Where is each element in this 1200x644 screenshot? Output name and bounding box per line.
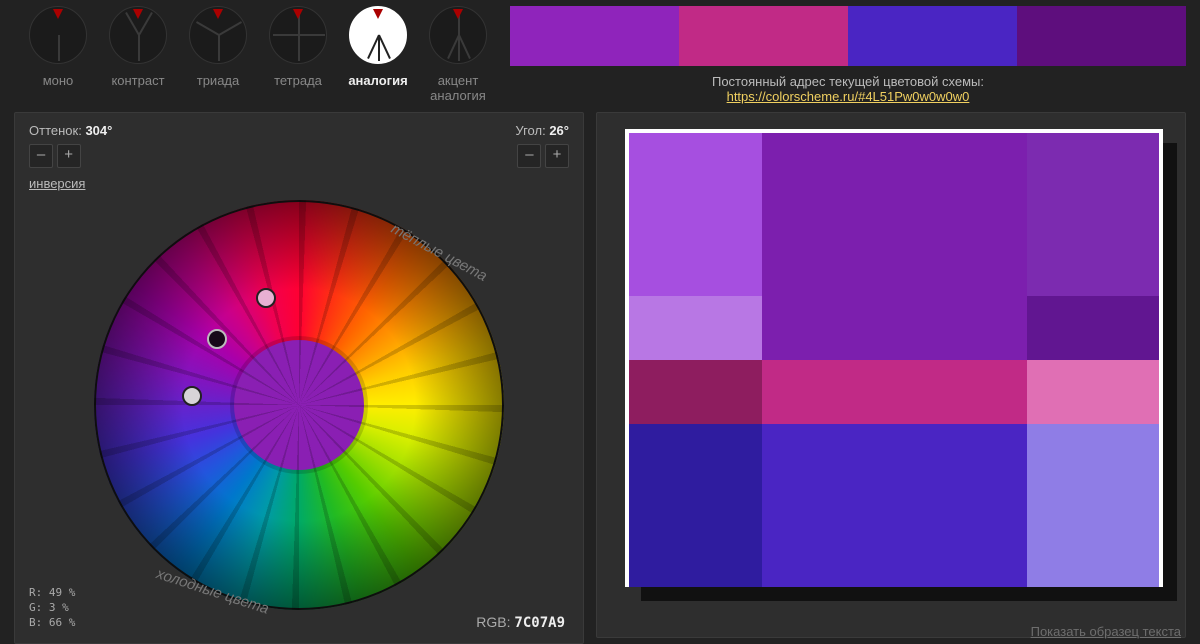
palette-swatch[interactable]: [629, 133, 762, 296]
scheme-tab-tetrad[interactable]: тетрада: [258, 6, 338, 104]
rgb-percent: R: 49 % G: 3 % B: 66 %: [29, 586, 75, 631]
preview-swatch[interactable]: [510, 6, 679, 66]
angle-minus-button[interactable]: –: [517, 144, 541, 168]
palette-swatch[interactable]: [762, 133, 1027, 296]
permalink-label: Постоянный адрес текущей цветовой схемы:: [510, 74, 1186, 89]
scheme-tab-accent[interactable]: акцентаналогия: [418, 6, 498, 104]
scheme-tab-label: тетрада: [274, 74, 322, 89]
hue-control: Оттенок: 304° – + инверсия: [29, 123, 112, 191]
permalink[interactable]: https://colorscheme.ru/#4L51Pw0w0w0w0: [727, 89, 970, 104]
scheme-tab-mono[interactable]: моно: [18, 6, 98, 104]
wheel-handle[interactable]: [256, 288, 276, 308]
palette-swatch[interactable]: [1027, 296, 1160, 360]
preview-swatch[interactable]: [679, 6, 848, 66]
color-wheel[interactable]: тёплые цвета холодные цвета: [94, 200, 504, 610]
palette-swatch[interactable]: [1027, 360, 1160, 424]
angle-label: Угол:: [515, 123, 545, 138]
palette-swatch[interactable]: [1027, 424, 1160, 587]
rgb-hex: RGB: 7C07A9: [476, 614, 565, 631]
palette-swatch[interactable]: [762, 424, 1027, 587]
angle-value: 26°: [549, 123, 569, 138]
palette-swatch[interactable]: [629, 296, 762, 360]
angle-control: Угол: 26° – +: [515, 123, 569, 191]
scheme-tab-contrast[interactable]: контраст: [98, 6, 178, 104]
color-wheel-panel: Оттенок: 304° – + инверсия Угол: 26° – +: [14, 112, 584, 644]
inversion-link[interactable]: инверсия: [29, 176, 85, 191]
scheme-tab-label: триада: [197, 74, 240, 89]
angle-plus-button[interactable]: +: [545, 144, 569, 168]
scheme-tab-label: моно: [43, 74, 74, 89]
preview-swatch[interactable]: [848, 6, 1017, 66]
hue-minus-button[interactable]: –: [29, 144, 53, 168]
wheel-handle[interactable]: [182, 386, 202, 406]
scheme-tab-label: акцентаналогия: [430, 74, 486, 104]
palette-grid: [629, 133, 1159, 587]
palette-swatch[interactable]: [629, 424, 762, 587]
hue-value: 304°: [85, 123, 112, 138]
palette-panel: Показать образец текста: [596, 112, 1186, 638]
scheme-tab-label: аналогия: [348, 74, 407, 89]
hue-plus-button[interactable]: +: [57, 144, 81, 168]
palette-swatch[interactable]: [762, 296, 1027, 360]
wheel-handle[interactable]: [207, 329, 227, 349]
hue-label: Оттенок:: [29, 123, 82, 138]
palette-swatch[interactable]: [1027, 133, 1160, 296]
scheme-tab-label: контраст: [111, 74, 164, 89]
preview-swatch[interactable]: [1017, 6, 1186, 66]
scheme-tab-analog[interactable]: аналогия: [338, 6, 418, 104]
scheme-tabs: моно контраст триада тетрада аналогия акцента…: [18, 6, 498, 104]
palette-swatch[interactable]: [629, 360, 762, 424]
palette-swatch[interactable]: [762, 360, 1027, 424]
preview-strip: [510, 6, 1186, 66]
wheel-hub: [234, 340, 364, 470]
show-text-sample-link[interactable]: Показать образец текста: [1031, 624, 1181, 639]
scheme-tab-triad[interactable]: триада: [178, 6, 258, 104]
